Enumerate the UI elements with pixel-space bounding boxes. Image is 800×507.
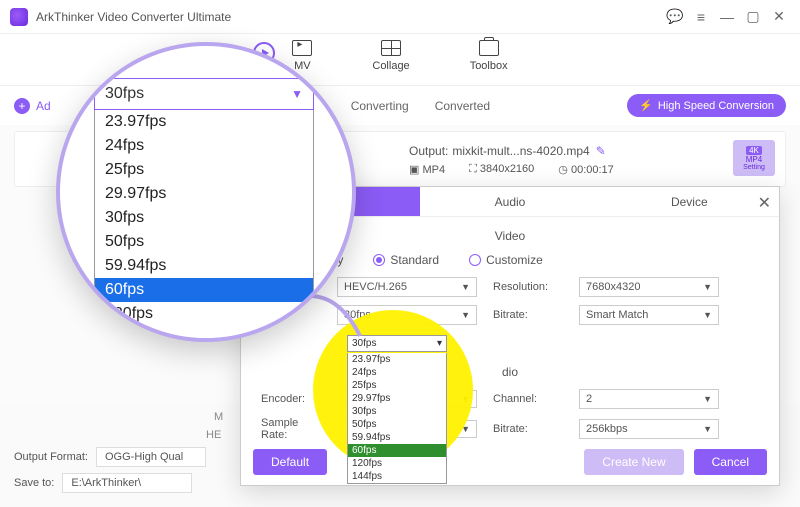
status-tabs: Converting Converted — [351, 99, 490, 113]
badge-sub: Setting — [743, 164, 765, 171]
nav-collage-label: Collage — [372, 60, 409, 72]
radio-standard[interactable]: Standard — [373, 253, 439, 267]
output-filename: mixkit-mult...ns-4020.mp4 — [452, 144, 589, 158]
samplerate-label: Sample Rate: — [261, 417, 321, 441]
duration-label: ◷ 00:00:17 — [558, 163, 613, 176]
fps-option[interactable]: 50fps — [95, 230, 313, 254]
output-format-label: Output Format: — [14, 451, 88, 463]
bitrate-label: Bitrate: — [493, 309, 563, 321]
nav-toolbox-label: Toolbox — [470, 60, 508, 72]
fps-option[interactable]: 59.94fps — [95, 254, 313, 278]
fps-option[interactable]: 120fps — [95, 302, 313, 326]
hsc-label: High Speed Conversion — [658, 100, 774, 112]
default-button[interactable]: Default — [253, 449, 327, 475]
output-prefix: Output: — [409, 144, 448, 158]
fps-option-mini[interactable]: 30fps — [347, 405, 447, 418]
fps-option[interactable]: 23.97fps — [95, 110, 313, 134]
add-label: Ad — [36, 99, 51, 113]
audio-bitrate-select[interactable]: 256kbps▼ — [579, 419, 719, 439]
app-title: ArkThinker Video Converter Ultimate — [36, 10, 231, 24]
nav-mv-label: MV — [294, 60, 311, 72]
fps-option[interactable]: 29.97fps — [95, 182, 313, 206]
collage-icon — [381, 40, 401, 56]
fps-option-mini[interactable]: 60fps — [347, 444, 447, 457]
plus-icon: + — [14, 98, 30, 114]
channel-select[interactable]: 2▼ — [579, 389, 719, 409]
badge-fmt: MP4 — [746, 155, 762, 164]
format-label: ▣ MP4 — [409, 163, 445, 176]
fps-option[interactable]: 30fps — [95, 206, 313, 230]
nav-collage[interactable]: Collage — [372, 40, 409, 72]
modal-footer: Default Create New Cancel — [253, 449, 767, 475]
fps-option-mini[interactable]: 23.97fps — [347, 353, 447, 366]
resolution-select[interactable]: 7680x4320▼ — [579, 277, 719, 297]
nav-mv[interactable]: MV — [292, 40, 312, 72]
create-new-button[interactable]: Create New — [584, 449, 683, 475]
fps-option-mini[interactable]: 25fps — [347, 379, 447, 392]
zoom-callout: 30fps▼ 23.97fps24fps25fps29.97fps30fps50… — [56, 42, 356, 342]
tab-converting[interactable]: Converting — [351, 99, 409, 113]
badge-4k: 4K — [746, 146, 762, 155]
output-format-select[interactable]: OGG-High Qual — [96, 447, 206, 467]
fps-option-mini[interactable]: 29.97fps — [347, 392, 447, 405]
audio-bitrate-label: Bitrate: — [493, 423, 563, 435]
cancel-button[interactable]: Cancel — [694, 449, 767, 475]
saveto-label: Save to: — [14, 477, 54, 489]
tab-audio[interactable]: Audio — [420, 187, 599, 216]
tab-device[interactable]: Device — [600, 187, 779, 216]
fps-option-mini[interactable]: 24fps — [347, 366, 447, 379]
fps-option[interactable]: 25fps — [95, 158, 313, 182]
titlebar: ArkThinker Video Converter Ultimate 💬 ≡ … — [0, 0, 800, 34]
toolbox-icon — [479, 40, 499, 56]
close-icon[interactable]: ✕ — [768, 6, 790, 28]
edit-icon[interactable]: ✎ — [596, 144, 606, 158]
tab-converted[interactable]: Converted — [435, 99, 490, 113]
format-badge[interactable]: 4K MP4 Setting — [733, 140, 775, 176]
fps-option-mini[interactable]: 59.94fps — [347, 431, 447, 444]
modal-close-icon[interactable]: ✕ — [758, 193, 771, 213]
fps-option-mini[interactable]: 144fps — [347, 470, 447, 484]
fps-dropdown-mini: 30fps▾ 23.97fps24fps25fps29.97fps30fps50… — [347, 335, 447, 484]
saveto-select[interactable]: E:\ArkThinker\ — [62, 473, 192, 493]
resolution-label: ⛶ 3840x2160 — [469, 163, 534, 176]
fps-option[interactable]: 24fps — [95, 134, 313, 158]
channel-label: Channel: — [493, 393, 563, 405]
audio-encoder-label: Encoder: — [261, 393, 321, 405]
bitrate-select[interactable]: Smart Match▼ — [579, 305, 719, 325]
nav-toolbox[interactable]: Toolbox — [470, 40, 508, 72]
high-speed-conversion-button[interactable]: High Speed Conversion — [627, 94, 786, 117]
fps-option-mini[interactable]: 120fps — [347, 457, 447, 470]
maximize-icon[interactable]: ▢ — [742, 6, 764, 28]
resolution-label: Resolution: — [493, 281, 563, 293]
chat-icon[interactable]: 💬 — [664, 6, 686, 28]
add-files-button[interactable]: + Ad — [14, 98, 51, 114]
minimize-icon[interactable]: — — [716, 6, 738, 28]
radio-customize[interactable]: Customize — [469, 253, 543, 267]
fps-option[interactable]: 60fps — [95, 278, 313, 302]
app-logo — [10, 8, 28, 26]
mv-icon — [292, 40, 312, 56]
fps-zoom-options: 23.97fps24fps25fps29.97fps30fps50fps59.9… — [94, 110, 314, 342]
menu-icon[interactable]: ≡ — [690, 6, 712, 28]
fps-zoom-selected[interactable]: 30fps▼ — [94, 78, 314, 110]
fps-option-mini[interactable]: 50fps — [347, 418, 447, 431]
